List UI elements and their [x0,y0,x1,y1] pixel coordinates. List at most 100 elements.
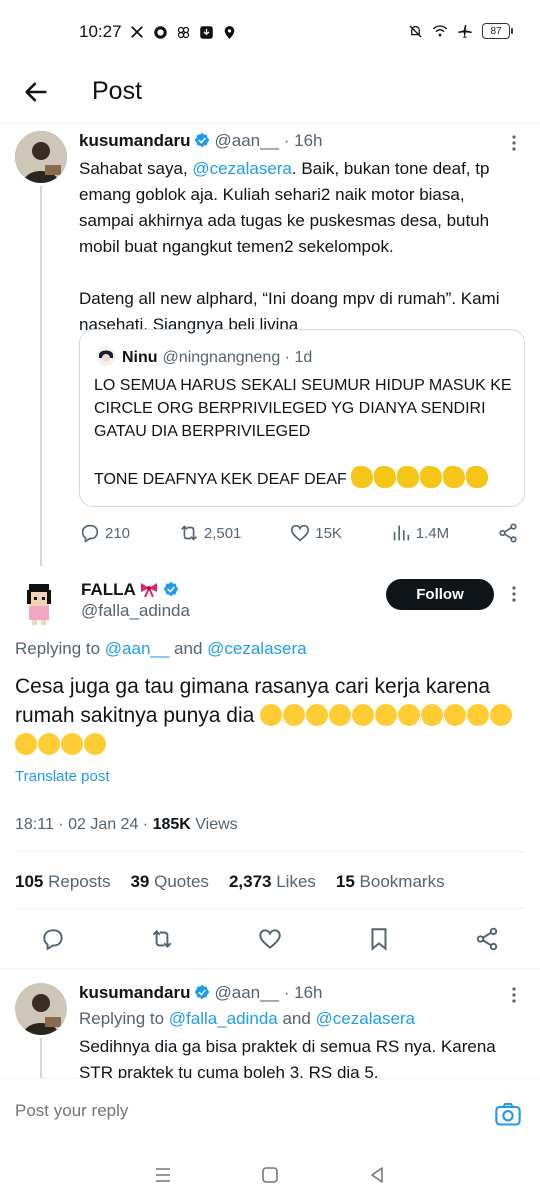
reposts-count: 105 [15,872,44,891]
clapping-emoji-row [351,466,489,488]
more-options-icon[interactable] [504,584,524,604]
handle-row: @falla_adinda [81,601,190,621]
quote-text: LO SEMUA HARUS SEKALI SEUMUR HIDUP MASUK… [94,374,524,491]
likes-stat[interactable]: 2,373 Likes [229,872,316,892]
views-count: 1.4M [415,524,450,542]
like-button[interactable] [257,926,283,957]
back-arrow-icon[interactable] [22,78,50,106]
reposts-stat[interactable]: 105 Reposts [15,872,110,892]
timestamp[interactable]: 16h [294,983,322,1002]
emoji [84,733,106,755]
recent-apps-icon[interactable] [148,1167,178,1183]
views-button[interactable]: 1.4M [390,522,449,544]
reply-icon [81,524,99,543]
more-options-icon[interactable] [504,985,524,1005]
more-options-icon[interactable] [504,133,524,153]
emoji [420,466,443,488]
main-tweet-actions [40,926,500,957]
mention-link[interactable]: @cezalasera [316,1009,415,1028]
thread-line [40,1038,42,1078]
heart-icon [259,929,281,949]
reply-count: 210 [105,524,131,542]
main-tweet-text: Cesa juga ga tau gimana rasanya cari ker… [15,672,525,759]
tweet-header: FALLA [81,580,183,600]
quote-timestamp: 1d [294,349,313,366]
repost-icon [180,525,197,541]
reply-input[interactable] [15,1101,415,1121]
location-icon [221,24,237,40]
camera-icon[interactable] [494,1100,522,1128]
notification-icons [129,24,237,40]
quote-display-name: Ninu [122,349,158,366]
home-icon[interactable] [255,1166,285,1184]
like-count: 15K [315,524,342,542]
display-name[interactable]: kusumandaru [79,983,190,1002]
share-button[interactable] [474,926,500,957]
verified-badge-icon [194,132,210,148]
quote-avatar [96,346,116,366]
replying-to: Replying to @aan__ and @cezalasera [15,639,307,659]
tweet-actions: 210 2,501 15K 1.4M [79,522,519,544]
verified-badge-icon [163,581,179,597]
emoji [467,704,490,726]
avatar[interactable] [15,983,67,1035]
emoji [490,704,513,726]
avatar[interactable] [15,131,67,183]
like-button[interactable]: 15K [289,522,342,544]
bookmarks-stat[interactable]: 15 Bookmarks [336,872,445,892]
chat-app-icon [152,24,168,40]
verified-badge-icon [194,984,210,1000]
repost-count: 2,501 [203,524,242,542]
translate-post-link[interactable]: Translate post [15,768,110,785]
tweet-header: kusumandaru @aan__ · 16h [79,131,323,151]
emoji [352,704,375,726]
emoji [283,704,306,726]
engagement-stats: 105 Reposts 39 Quotes 2,373 Likes 15 Boo… [15,872,445,892]
timestamp[interactable]: 16h [294,131,322,150]
emoji [397,466,420,488]
likes-count: 2,373 [228,872,272,891]
analytics-icon [393,525,409,541]
views-count: 185K [152,816,191,833]
divider [0,968,540,969]
display-name[interactable]: kusumandaru [79,131,190,150]
post-timestamp[interactable]: 18:11 · 02 Jan 24 · [15,816,153,833]
quotes-count: 39 [130,872,150,891]
replying-to: Replying to @falla_adinda and @cezalaser… [79,1009,415,1029]
follow-button[interactable]: Follow [386,579,494,610]
emoji [351,466,374,488]
reply-button[interactable]: 210 [79,522,130,544]
page-title: Post [92,77,143,105]
handle[interactable]: @falla_adinda [81,601,190,620]
back-nav-icon[interactable] [362,1166,392,1184]
mention-link[interactable]: @aan__ [105,639,170,658]
heart-icon [291,524,310,542]
avatar[interactable] [15,578,63,626]
bookmarks-label: Bookmarks [354,872,445,891]
mention-link[interactable]: @cezalasera [207,639,306,658]
handle[interactable]: @aan__ [214,131,279,150]
repost-button[interactable] [149,926,175,957]
separator-dot: · [279,131,295,150]
divider [15,908,525,909]
mention-link[interactable]: @cezalasera [192,159,291,178]
bookmark-icon [371,928,386,951]
views-label: Views [190,816,238,833]
repost-button[interactable]: 2,501 [178,522,242,544]
system-nav-bar [0,1150,540,1200]
emoji [443,466,466,488]
emoji [306,704,329,726]
replying-and: and [277,1009,316,1028]
emoji [260,704,283,726]
emoji [374,466,397,488]
reply-button[interactable] [40,926,66,957]
system-icons: 87 [407,23,513,39]
quotes-stat[interactable]: 39 Quotes [130,872,208,892]
bookmark-button[interactable] [366,926,392,957]
display-name[interactable]: FALLA [81,580,136,599]
mention-link[interactable]: @falla_adinda [169,1009,278,1028]
separator-dot: · [279,983,295,1002]
quoted-tweet[interactable]: Ninu @ningnangneng · 1d LO SEMUA HARUS SE… [79,329,525,507]
share-button[interactable] [497,522,519,544]
handle[interactable]: @aan__ [214,983,279,1002]
